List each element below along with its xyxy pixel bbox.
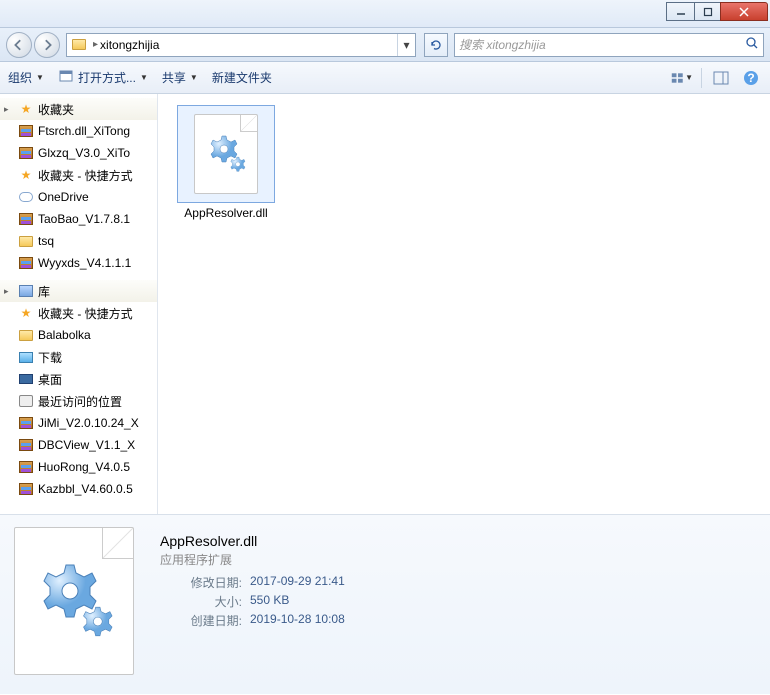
file-content-area[interactable]: AppResolver.dll [158,94,770,514]
refresh-button[interactable] [424,33,448,57]
sidebar-item-favorites-shortcut2[interactable]: ★收藏夹 - 快捷方式 [0,302,157,324]
sidebar-item-glxzq[interactable]: Glxzq_V3.0_XiTo [0,142,157,164]
address-dropdown[interactable]: ▾ [397,34,415,56]
open-with-button[interactable]: 打开方式... ▼ [58,68,148,87]
modified-label: 修改日期: [160,574,250,591]
maximize-button[interactable] [694,2,721,21]
modified-value: 2017-09-29 21:41 [250,574,345,591]
main-area: ▸★ 收藏夹 Ftsrch.dll_XiTong Glxzq_V3.0_XiTo… [0,94,770,514]
desktop-icon [18,371,34,387]
star-icon: ★ [18,167,34,183]
share-button[interactable]: 共享 ▼ [162,69,198,86]
sidebar-item-tsq[interactable]: tsq [0,230,157,252]
onedrive-icon [18,189,34,205]
archive-icon [18,123,34,139]
archive-icon [18,415,34,431]
details-pane: AppResolver.dll 应用程序扩展 修改日期: 2017-09-29 … [0,514,770,694]
help-button[interactable]: ? [740,67,762,89]
size-label: 大小: [160,593,250,610]
sidebar-item-ftsrch[interactable]: Ftsrch.dll_XiTong [0,120,157,142]
size-value: 550 KB [250,593,289,610]
titlebar [0,0,770,28]
archive-icon [18,481,34,497]
sidebar-item-downloads[interactable]: 下载 [0,346,157,368]
archive-icon [18,437,34,453]
sidebar-item-taobao[interactable]: TaoBao_V1.7.8.1 [0,208,157,230]
folder-icon [18,327,34,343]
sidebar-item-huorong[interactable]: HuoRong_V4.0.5 [0,456,157,478]
libraries-header[interactable]: ▸ 库 [0,280,157,302]
folder-icon [18,233,34,249]
star-icon: ★ [18,101,34,117]
archive-icon [18,211,34,227]
organize-button[interactable]: 组织 ▼ [8,69,44,86]
search-placeholder: 搜索 xitongzhijia [459,36,745,53]
address-bar[interactable]: ▸ xitongzhijia ▾ [66,33,416,57]
file-label: AppResolver.dll [170,206,282,220]
sidebar-item-onedrive[interactable]: OneDrive [0,186,157,208]
recent-icon [18,393,34,409]
details-title: AppResolver.dll [160,533,345,549]
sidebar-item-wyyxds[interactable]: Wyyxds_V4.1.1.1 [0,252,157,274]
file-tile-appresolver[interactable]: AppResolver.dll [170,106,282,220]
created-value: 2019-10-28 10:08 [250,612,345,629]
file-thumbnail [178,106,274,202]
view-options-button[interactable]: ▼ [671,67,693,89]
dll-file-icon [194,114,258,194]
breadcrumb-separator[interactable]: ▸ [91,39,100,50]
navbar: ▸ xitongzhijia ▾ 搜索 xitongzhijia [0,28,770,62]
close-button[interactable] [720,2,768,21]
archive-icon [18,255,34,271]
sidebar: ▸★ 收藏夹 Ftsrch.dll_XiTong Glxzq_V3.0_XiTo… [0,94,158,514]
created-label: 创建日期: [160,612,250,629]
minimize-button[interactable] [666,2,695,21]
downloads-icon [18,349,34,365]
breadcrumb-folder[interactable]: xitongzhijia [100,38,397,52]
details-type: 应用程序扩展 [160,551,345,568]
sidebar-item-desktop[interactable]: 桌面 [0,368,157,390]
preview-pane-button[interactable] [710,67,732,89]
search-box[interactable]: 搜索 xitongzhijia [454,33,764,57]
search-icon[interactable] [745,36,759,53]
dll-file-icon-large [14,527,134,675]
details-thumbnail [14,527,144,677]
new-folder-button[interactable]: 新建文件夹 [212,69,272,86]
sidebar-item-dbcview[interactable]: DBCView_V1.1_X [0,434,157,456]
library-icon [18,283,34,299]
archive-icon [18,459,34,475]
folder-icon [69,35,89,55]
open-with-icon [58,68,74,87]
back-button[interactable] [6,32,32,58]
toolbar: 组织 ▼ 打开方式... ▼ 共享 ▼ 新建文件夹 ▼ ? [0,62,770,94]
sidebar-item-favorites-shortcut[interactable]: ★收藏夹 - 快捷方式 [0,164,157,186]
sidebar-item-jimi[interactable]: JiMi_V2.0.10.24_X [0,412,157,434]
favorites-header[interactable]: ▸★ 收藏夹 [0,98,157,120]
forward-button[interactable] [34,32,60,58]
sidebar-item-recent[interactable]: 最近访问的位置 [0,390,157,412]
sidebar-item-kazbbl[interactable]: Kazbbl_V4.60.0.5 [0,478,157,500]
archive-icon [18,145,34,161]
details-info: AppResolver.dll 应用程序扩展 修改日期: 2017-09-29 … [160,527,345,682]
svg-text:?: ? [747,71,754,85]
star-icon: ★ [18,305,34,321]
sidebar-item-balabolka[interactable]: Balabolka [0,324,157,346]
